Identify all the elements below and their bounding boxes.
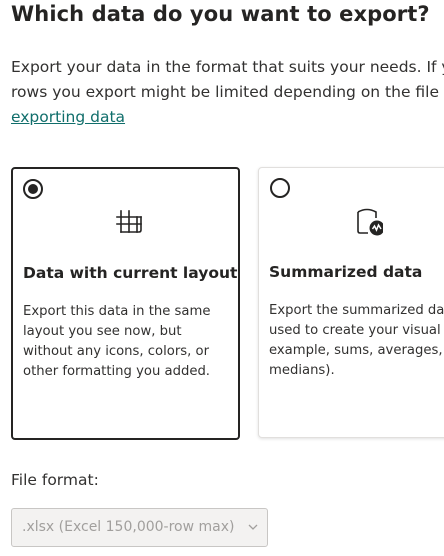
- option-description: Export the summarized dat used to create…: [269, 301, 444, 381]
- description-line-2: rows you export might be limited dependi…: [11, 83, 440, 101]
- file-format-value: .xlsx (Excel 150,000-row max): [22, 519, 235, 535]
- option-description: Export this data in the same layout you …: [23, 302, 210, 382]
- option-description-line: without any icons, colors, or: [23, 344, 210, 359]
- file-format-label: File format:: [11, 471, 99, 489]
- file-format-select[interactable]: .xlsx (Excel 150,000-row max): [11, 508, 268, 547]
- option-title: Data with current layout: [23, 264, 238, 282]
- summarized-data-icon: [357, 208, 383, 236]
- option-card-current-layout[interactable]: Data with current layout Export this dat…: [11, 167, 240, 440]
- option-description-line: Export this data in the same: [23, 304, 211, 319]
- option-card-summarized-data[interactable]: Summarized data Export the summarized da…: [258, 167, 444, 438]
- option-description-line: layout you see now, but: [23, 324, 182, 339]
- option-title: Summarized data: [269, 263, 423, 281]
- radio-current-layout[interactable]: [23, 179, 43, 199]
- option-description-line: medians).: [269, 363, 335, 378]
- dialog-description: Export your data in the format that suit…: [11, 55, 444, 130]
- radio-summarized-data[interactable]: [270, 178, 290, 198]
- option-description-line: Export the summarized dat: [269, 303, 444, 318]
- chevron-down-icon: [248, 524, 258, 530]
- export-data-dialog: Which data do you want to export? Export…: [0, 0, 444, 556]
- dialog-title: Which data do you want to export?: [11, 2, 430, 26]
- radio-selected-dot: [28, 184, 38, 194]
- option-description-line: other formatting you added.: [23, 364, 211, 379]
- option-description-line: used to create your visual (: [269, 323, 444, 338]
- exporting-data-link[interactable]: exporting data: [11, 108, 125, 126]
- table-grid-icon: [116, 210, 142, 233]
- option-description-line: example, sums, averages, a: [269, 343, 444, 358]
- description-line-1: Export your data in the format that suit…: [11, 58, 444, 76]
